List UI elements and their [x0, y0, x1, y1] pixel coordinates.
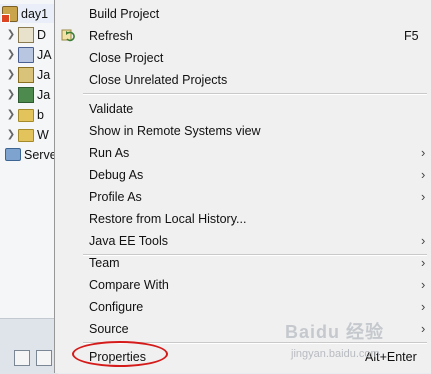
tree-item-label: Ja	[37, 87, 51, 102]
tree-item-label: D	[37, 27, 47, 42]
chevron-right-icon[interactable]: ❯	[6, 69, 16, 80]
submenu-arrow-icon: ›	[421, 299, 426, 314]
submenu-arrow-icon: ›	[421, 167, 426, 182]
project-explorer: day1 ❯ D ❯ JA ❯ Ja ❯ Ja ❯ b ❯ W Serve	[0, 0, 58, 318]
bottom-toolbar	[0, 318, 58, 374]
menu-item-refresh[interactable]: Refresh F5	[55, 25, 431, 47]
submenu-arrow-icon: ›	[421, 145, 426, 160]
menu-item-label: Restore from Local History...	[89, 212, 247, 226]
project-icon	[1, 5, 18, 23]
tree-item-servers[interactable]: Serve	[0, 145, 57, 164]
tree-item-label: W	[37, 127, 49, 142]
menu-item-debug-as[interactable]: Debug As ›	[55, 164, 431, 186]
submenu-arrow-icon: ›	[421, 233, 426, 248]
menu-item-label: Show in Remote Systems view	[89, 124, 261, 138]
menu-item-label: Build Project	[89, 7, 160, 21]
menu-item-java-ee-tools[interactable]: Java EE Tools ›	[55, 230, 431, 252]
menu-item-close-project[interactable]: Close Project	[55, 47, 431, 69]
tree-item-label: day1	[21, 6, 49, 21]
tree-item-jax-ws[interactable]: ❯ JA	[0, 45, 52, 64]
menu-item-label: Validate	[89, 102, 134, 116]
menu-item-profile-as[interactable]: Profile As ›	[55, 186, 431, 208]
menu-item-label: Java EE Tools	[89, 234, 168, 248]
chevron-right-icon[interactable]: ❯	[6, 29, 16, 40]
submenu-arrow-icon: ›	[421, 189, 426, 204]
servers-folder-icon	[5, 148, 21, 161]
highlight-ellipse	[72, 341, 168, 367]
menu-item-label: Close Unrelated Projects	[89, 73, 228, 87]
menu-item-configure[interactable]: Configure ›	[55, 296, 431, 318]
menu-item-label: Team	[89, 256, 120, 270]
tree-item-label: Ja	[37, 67, 51, 82]
submenu-arrow-icon: ›	[421, 255, 426, 270]
deployment-descriptor-icon	[18, 26, 34, 43]
menu-item-compare-with[interactable]: Compare With ›	[55, 274, 431, 296]
chevron-right-icon[interactable]: ❯	[6, 109, 16, 120]
tree-item-deployment-descriptor[interactable]: ❯ D	[0, 25, 46, 44]
menu-item-run-as[interactable]: Run As ›	[55, 142, 431, 164]
tree-item-javascript-resources[interactable]: ❯ Ja	[0, 85, 50, 104]
refresh-icon	[61, 29, 75, 42]
menu-item-label: Compare With	[89, 278, 169, 292]
menu-item-label: Refresh	[89, 29, 133, 43]
menu-item-validate[interactable]: Validate	[55, 98, 431, 120]
chevron-right-icon[interactable]: ❯	[6, 49, 16, 60]
java-resources-icon	[18, 66, 34, 83]
menu-separator	[83, 93, 427, 95]
folder-icon	[18, 109, 34, 122]
menu-item-restore-from-local-history[interactable]: Restore from Local History...	[55, 208, 431, 230]
menu-item-close-unrelated-projects[interactable]: Close Unrelated Projects	[55, 69, 431, 91]
menu-item-label: Configure	[89, 300, 144, 314]
maximize-view-icon[interactable]	[36, 350, 52, 366]
menu-item-accelerator: F5	[404, 29, 419, 43]
menu-item-label: Profile As	[89, 190, 142, 204]
tree-item-label: b	[37, 107, 44, 122]
javascript-resources-icon	[18, 86, 34, 103]
tree-item-webcontent-folder[interactable]: ❯ W	[0, 125, 49, 144]
menu-item-team[interactable]: Team ›	[55, 252, 431, 274]
menu-item-label: Close Project	[89, 51, 164, 65]
submenu-arrow-icon: ›	[421, 277, 426, 292]
menu-item-label: Source	[89, 322, 129, 336]
chevron-right-icon[interactable]: ❯	[6, 89, 16, 100]
tree-item-label: Serve	[24, 147, 57, 162]
tree-item-java-resources[interactable]: ❯ Ja	[0, 65, 50, 84]
tree-item-build-folder[interactable]: ❯ b	[0, 105, 44, 124]
chevron-right-icon[interactable]: ❯	[6, 129, 16, 140]
menu-item-build-project[interactable]: Build Project	[55, 3, 431, 25]
watermark-url: jingyan.baidu.com	[291, 348, 380, 360]
tree-item-project-root[interactable]: day1	[0, 4, 58, 23]
folder-icon	[18, 129, 34, 142]
menu-item-label: Run As	[89, 146, 130, 160]
jax-ws-icon	[18, 46, 34, 63]
menu-item-show-in-remote-systems[interactable]: Show in Remote Systems view	[55, 120, 431, 142]
baidu-jingyan-watermark: Baidu 经验 jingyan.baidu.com	[285, 318, 425, 370]
minimize-view-icon[interactable]	[14, 350, 30, 366]
watermark-logo: Baidu 经验	[285, 322, 385, 342]
menu-item-label: Debug As	[89, 168, 144, 182]
tree-item-label: JA	[37, 47, 52, 62]
